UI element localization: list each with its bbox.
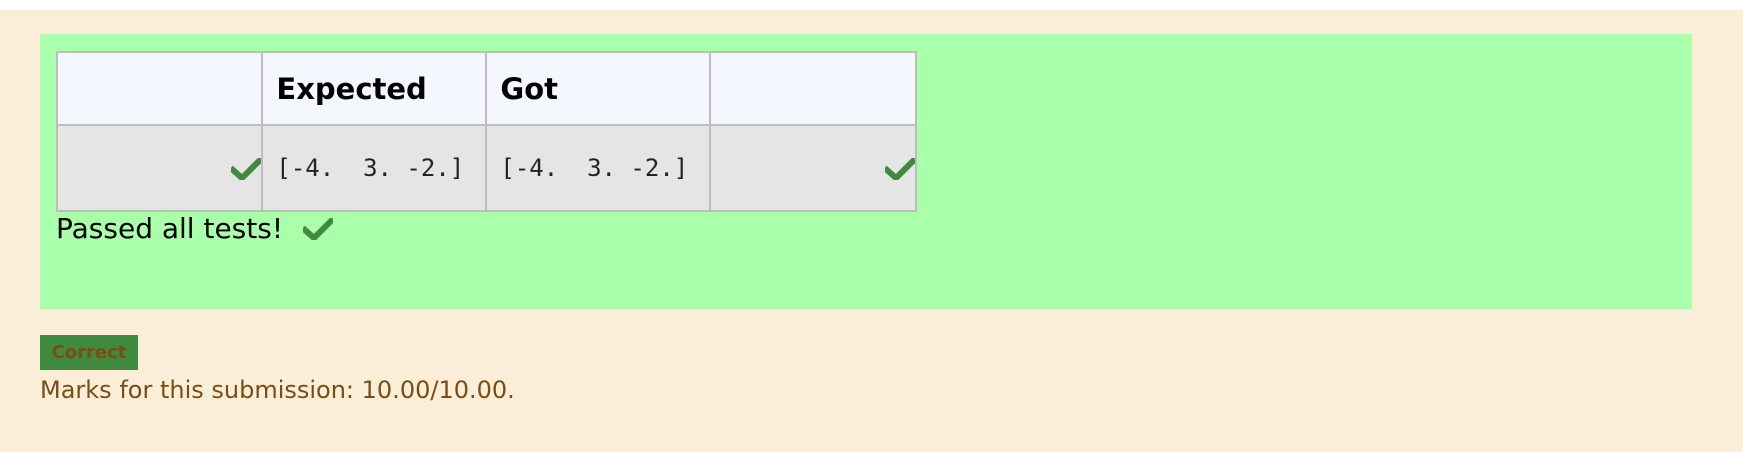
check-icon — [884, 158, 915, 180]
header-got: Got — [485, 51, 712, 126]
results-table: Expected Got [-4. 3. -2.] [-4. 3. -2.] — [55, 51, 917, 212]
expected-output-cell: [-4. 3. -2.] — [261, 124, 488, 212]
header-result — [709, 51, 917, 126]
passed-text: Passed all tests! — [56, 212, 284, 245]
test-results-panel: Expected Got [-4. 3. -2.] [-4. 3. -2.] P… — [40, 34, 1692, 309]
results-header-row: Expected Got — [55, 51, 917, 126]
passed-all-tests-message: Passed all tests! — [56, 212, 334, 245]
row-result-cell — [709, 124, 917, 212]
check-icon — [303, 217, 334, 240]
correct-badge: Correct — [40, 335, 138, 370]
header-expected: Expected — [261, 51, 488, 126]
check-icon — [231, 158, 262, 180]
table-row: [-4. 3. -2.] [-4. 3. -2.] — [55, 124, 917, 212]
row-status-cell — [55, 124, 264, 212]
marks-text: Marks for this submission: 10.00/10.00. — [40, 376, 515, 404]
got-output-cell: [-4. 3. -2.] — [485, 124, 712, 212]
header-status — [55, 51, 264, 126]
feedback-area: Expected Got [-4. 3. -2.] [-4. 3. -2.] P… — [0, 10, 1743, 452]
